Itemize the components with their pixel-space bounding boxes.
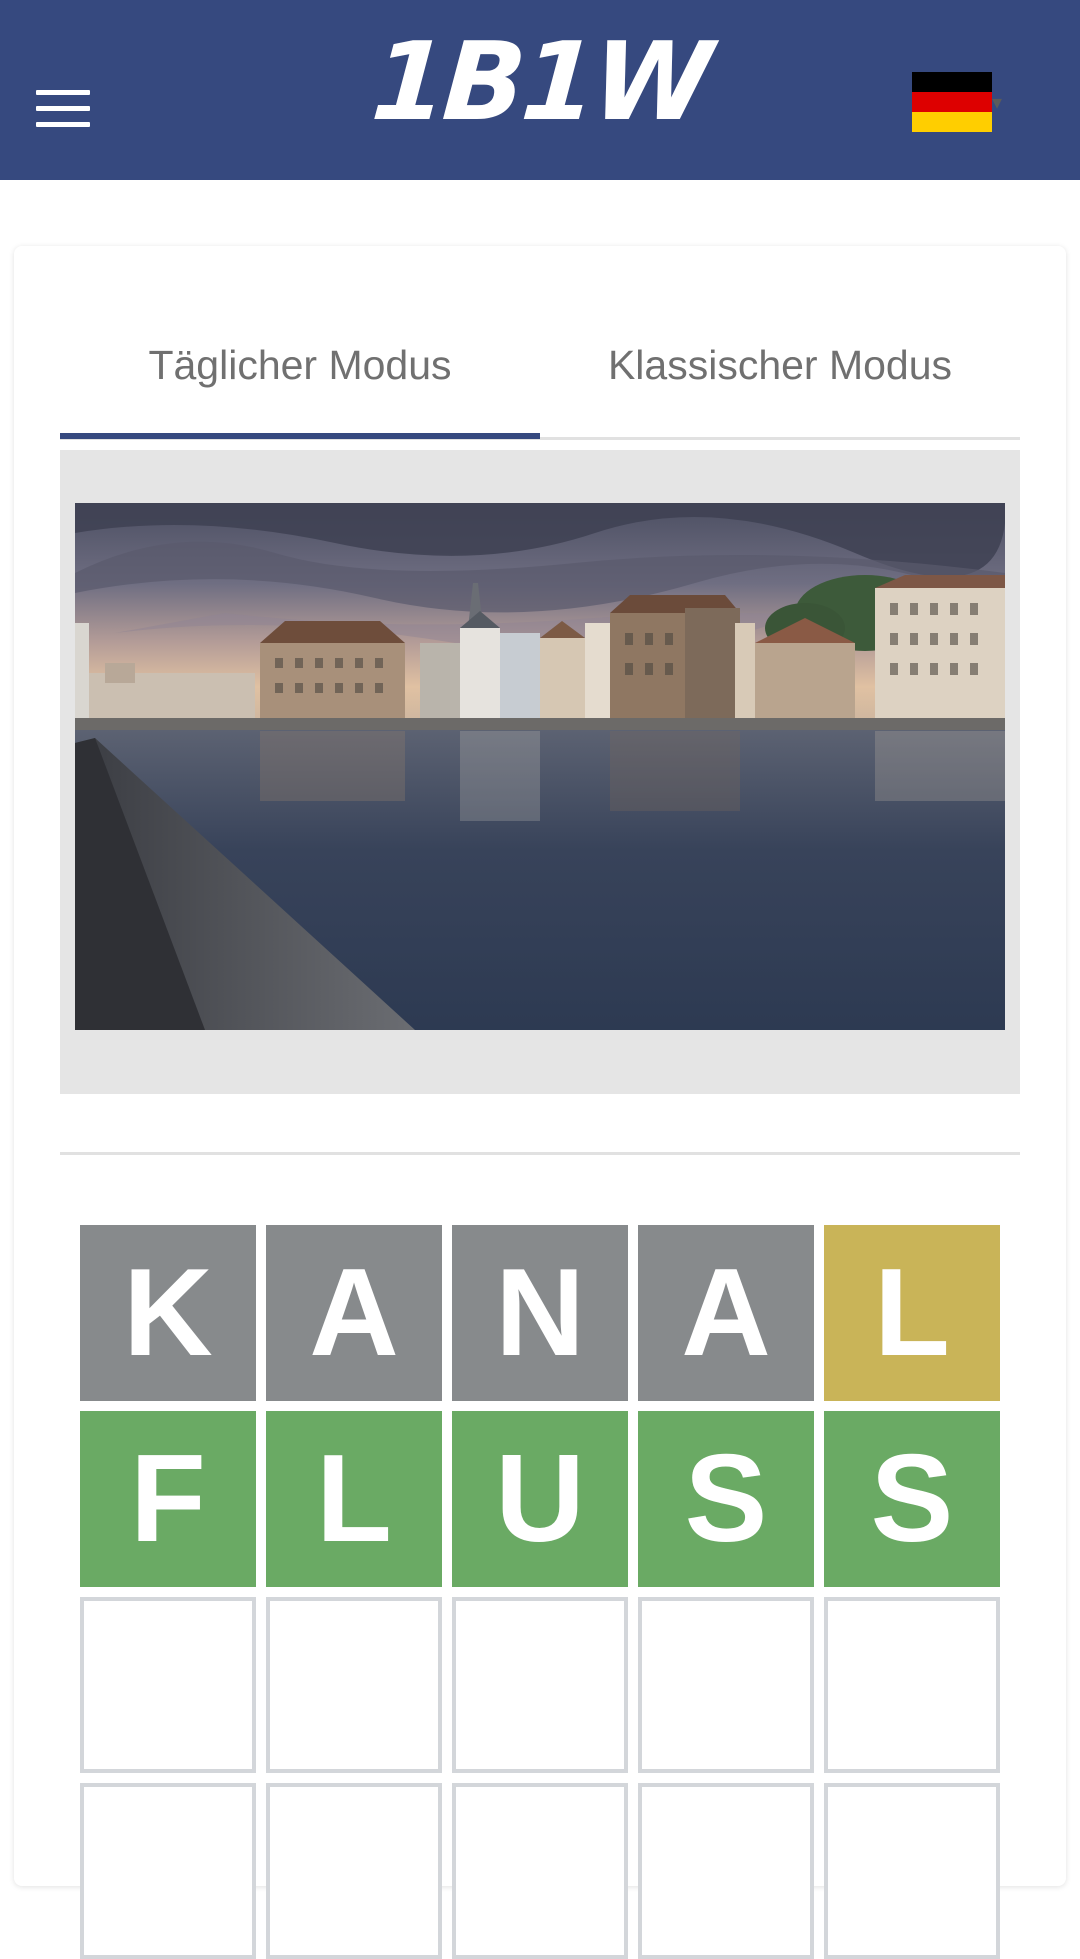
empty-tile (80, 1597, 256, 1773)
letter-tile: K (80, 1225, 256, 1401)
empty-tile (266, 1783, 442, 1959)
letter-tile: U (452, 1411, 628, 1587)
guess-row: F L U S S (80, 1411, 1000, 1587)
empty-tile (80, 1783, 256, 1959)
empty-tile (452, 1783, 628, 1959)
section-divider (60, 1152, 1020, 1155)
tab-daily-mode[interactable]: Täglicher Modus (60, 300, 540, 435)
language-dropdown-caret-icon[interactable]: ▾ (992, 92, 1002, 112)
letter-tile: S (638, 1411, 814, 1587)
tab-classic-mode[interactable]: Klassischer Modus (540, 300, 1020, 435)
mode-tabs: Täglicher Modus Klassischer Modus (60, 300, 1020, 440)
empty-tile (824, 1597, 1000, 1773)
guess-row: K A N A L (80, 1225, 1000, 1401)
river-cityscape-photo (75, 503, 1005, 1030)
guess-row (80, 1783, 1000, 1959)
guess-row (80, 1597, 1000, 1773)
flag-stripe-gold (912, 112, 992, 132)
empty-tile (452, 1597, 628, 1773)
flag-stripe-red (912, 92, 992, 112)
hint-image-container (60, 450, 1020, 1094)
empty-tile (638, 1783, 814, 1959)
empty-tile (824, 1783, 1000, 1959)
active-tab-indicator (60, 433, 540, 439)
empty-tile (638, 1597, 814, 1773)
letter-tile: S (824, 1411, 1000, 1587)
letter-tile: N (452, 1225, 628, 1401)
empty-tile (266, 1597, 442, 1773)
flag-stripe-black (912, 72, 992, 92)
letter-tile: F (80, 1411, 256, 1587)
letter-tile: A (638, 1225, 814, 1401)
letter-tile: L (266, 1411, 442, 1587)
letter-tile: A (266, 1225, 442, 1401)
german-flag-icon[interactable] (912, 72, 992, 132)
letter-tile: L (824, 1225, 1000, 1401)
app-header: 1B1W ▾ (0, 0, 1080, 180)
